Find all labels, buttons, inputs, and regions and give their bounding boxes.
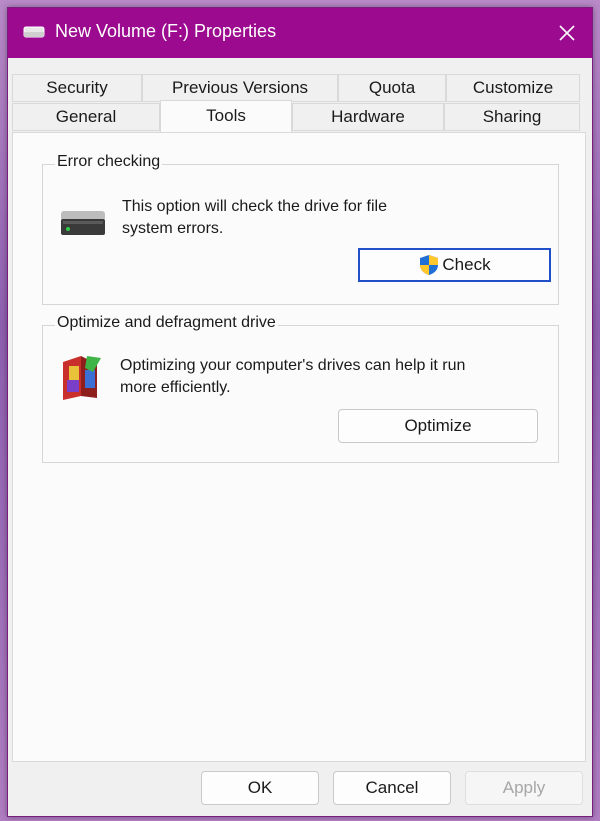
tab-hardware[interactable]: Hardware bbox=[292, 103, 444, 131]
tools-panel: Error checking This option will check th… bbox=[12, 132, 586, 762]
tab-quota[interactable]: Quota bbox=[338, 74, 446, 102]
optimize-button[interactable]: Optimize bbox=[338, 409, 538, 443]
optimize-description-line: Optimizing your computer's drives can he… bbox=[120, 357, 466, 374]
check-button[interactable]: Check bbox=[358, 248, 551, 282]
tab-tools[interactable]: Tools bbox=[160, 100, 292, 132]
error-checking-label: Error checking bbox=[55, 153, 163, 171]
tab-previous-versions[interactable]: Previous Versions bbox=[142, 74, 338, 102]
error-checking-description-line: system errors. bbox=[122, 220, 224, 237]
apply-button[interactable]: Apply bbox=[465, 771, 583, 805]
window-title: New Volume (F:) Properties bbox=[55, 21, 277, 41]
error-checking-description: This option will check the drive for fil… bbox=[122, 196, 387, 240]
close-icon bbox=[559, 25, 575, 41]
tab-general[interactable]: General bbox=[12, 103, 160, 131]
close-button[interactable] bbox=[542, 8, 592, 58]
optimize-description: Optimizing your computer's drives can he… bbox=[120, 355, 465, 399]
defragment-icon bbox=[63, 356, 101, 400]
title-bar[interactable]: New Volume (F:) Properties bbox=[8, 8, 592, 58]
properties-window: New Volume (F:) Properties Security Prev… bbox=[7, 7, 593, 817]
error-checking-group: Error checking This option will check th… bbox=[42, 153, 559, 305]
hard-drive-icon bbox=[61, 211, 105, 235]
optimize-group: Optimize and defragment drive Optimizing… bbox=[42, 314, 559, 463]
tab-customize[interactable]: Customize bbox=[446, 74, 580, 102]
tab-security[interactable]: Security bbox=[12, 74, 142, 102]
ok-button[interactable]: OK bbox=[201, 771, 319, 805]
check-button-label: Check bbox=[442, 255, 491, 274]
tab-sharing[interactable]: Sharing bbox=[444, 103, 580, 131]
drive-icon bbox=[23, 26, 45, 38]
uac-shield-icon bbox=[420, 255, 439, 275]
optimize-description-line: more efficiently. bbox=[120, 379, 231, 396]
error-checking-description-line: This option will check the drive for fil… bbox=[122, 198, 387, 215]
cancel-button[interactable]: Cancel bbox=[333, 771, 451, 805]
optimize-label: Optimize and defragment drive bbox=[55, 314, 278, 332]
